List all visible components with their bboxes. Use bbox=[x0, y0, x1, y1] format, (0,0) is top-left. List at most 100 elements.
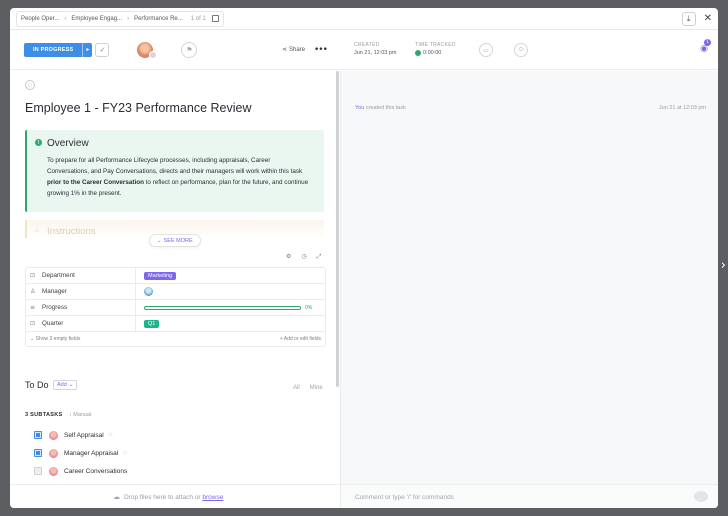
share-label: Share bbox=[289, 46, 306, 53]
subtask-assignee-avatar[interactable] bbox=[49, 448, 58, 458]
expand-icon[interactable]: ⤢ bbox=[317, 253, 322, 261]
instructions-title: Instructions bbox=[47, 226, 96, 237]
task-type-icon[interactable]: ◌ bbox=[25, 80, 35, 90]
subtask-checkbox[interactable] bbox=[34, 449, 42, 457]
subtasks-heading: 3 SUBTASKS bbox=[25, 412, 63, 418]
fields-footer: ⌄ Show 3 empty fields + Add or edit fiel… bbox=[26, 332, 325, 346]
add-todo-button[interactable]: Add ⌄ bbox=[53, 380, 78, 390]
activity-entry: You created this task bbox=[355, 105, 406, 111]
chevron-right-icon[interactable]: ▸ bbox=[82, 42, 92, 57]
created-label: CREATED bbox=[354, 42, 380, 48]
subtask-tag-icon[interactable]: ◇ bbox=[123, 450, 127, 456]
priority-flag-icon[interactable]: ⚑ bbox=[181, 41, 198, 58]
comment-bubble-icon[interactable] bbox=[694, 491, 708, 502]
page-count: 1 of 1 bbox=[190, 15, 206, 22]
field-label-quarter: Quarter bbox=[42, 320, 64, 327]
settings-icon[interactable]: ⚙ bbox=[286, 253, 291, 261]
minimize-icon[interactable]: ⤓ bbox=[681, 11, 696, 26]
subtask-assignee-avatar[interactable] bbox=[49, 430, 58, 440]
close-icon[interactable]: ✕ bbox=[704, 13, 712, 24]
subtask-row[interactable]: Self Appraisal ◇ bbox=[34, 429, 113, 441]
task-header: IN PROGRESS ▸ ✓ ⚑ ⋖ Share ••• CREATED Ju… bbox=[10, 30, 718, 70]
dropdown-field-icon: ⊡ bbox=[30, 272, 36, 279]
sort-manual[interactable]: ↕ Manual bbox=[69, 412, 91, 418]
warning-icon: ⚠ bbox=[34, 227, 40, 234]
manager-avatar[interactable] bbox=[144, 287, 153, 296]
task-title[interactable]: Employee 1 - FY23 Performance Review bbox=[25, 101, 251, 115]
breadcrumb-item-folder[interactable]: Employee Engag... bbox=[71, 16, 122, 22]
share-button[interactable]: ⋖ Share bbox=[282, 46, 305, 53]
progress-bar bbox=[144, 305, 301, 310]
activity-pane: You created this task Jun 21 at 12:03 pm bbox=[340, 71, 718, 484]
attachment-drop-zone[interactable]: ☁ Drop files here to attach or browse bbox=[113, 493, 223, 501]
info-icon: ! bbox=[35, 139, 42, 146]
subtask-tag-icon[interactable]: ◇ bbox=[109, 432, 113, 438]
browse-link[interactable]: browse bbox=[202, 494, 223, 501]
status-label: IN PROGRESS bbox=[33, 46, 74, 53]
see-more-button[interactable]: ⌄ SEE MORE bbox=[149, 234, 201, 247]
add-edit-fields-link[interactable]: + Add or edit fields bbox=[280, 336, 321, 342]
todo-heading: To Do bbox=[25, 380, 49, 390]
left-pane-scrollbar[interactable] bbox=[336, 71, 339, 387]
time-tracked-meta: TIME TRACKED 0:00:00 bbox=[415, 42, 456, 56]
field-row-progress: ≡ Progress 0% bbox=[26, 300, 325, 316]
activity-actor[interactable]: You bbox=[355, 105, 364, 111]
overview-callout: ! Overview To prepare for all Performanc… bbox=[25, 130, 324, 212]
breadcrumb: People Oper... › Employee Engag... › Per… bbox=[16, 10, 224, 27]
subtask-name[interactable]: Career Conversations bbox=[64, 468, 127, 475]
overview-text: To prepare for all Performance Lifecycle… bbox=[47, 157, 309, 197]
play-timer-icon[interactable] bbox=[415, 50, 421, 56]
dropdown-field-icon: ⊡ bbox=[30, 320, 36, 327]
activity-time: Jun 21 at 12:03 pm bbox=[658, 105, 706, 111]
subtask-name[interactable]: Self Appraisal bbox=[64, 432, 104, 439]
chevron-down-icon: ⌄ bbox=[157, 237, 162, 244]
department-pill[interactable]: Marketing bbox=[144, 271, 177, 280]
activity-action: created this task bbox=[364, 105, 406, 111]
comment-placeholder: Comment or type '/' for commands bbox=[355, 494, 454, 501]
chevron-down-icon: ⌄ bbox=[68, 382, 74, 388]
comment-box[interactable]: Comment or type '/' for commands bbox=[340, 485, 718, 508]
chevron-right-icon: › bbox=[127, 15, 130, 22]
next-task-arrow-icon[interactable]: › bbox=[721, 258, 726, 273]
todo-filter: All Mine bbox=[293, 385, 323, 391]
subtask-assignee-avatar[interactable] bbox=[49, 466, 58, 476]
assignee-avatar[interactable] bbox=[137, 41, 158, 59]
filter-all[interactable]: All bbox=[293, 385, 300, 391]
modal-topbar: People Oper... › Employee Engag... › Per… bbox=[10, 8, 718, 30]
watchers-count: 1 bbox=[704, 39, 711, 46]
filter-mine[interactable]: Mine bbox=[310, 385, 323, 391]
field-row-quarter: ⊡ Quarter Q1 bbox=[26, 316, 325, 332]
time-tracked-value: 0:00:00 bbox=[423, 50, 442, 56]
calendar-icon[interactable]: ▭ bbox=[479, 43, 493, 57]
field-label-department: Department bbox=[42, 272, 75, 279]
subtask-row[interactable]: Manager Appraisal ◇ bbox=[34, 447, 127, 459]
custom-fields-table: ⊡ Department Marketing ♙ Manager ≡ Progress… bbox=[25, 267, 326, 347]
created-value: Jun 21, 12:03 pm bbox=[354, 50, 397, 56]
field-row-department: ⊡ Department Marketing bbox=[26, 268, 325, 284]
upload-cloud-icon: ☁ bbox=[113, 493, 120, 501]
subtask-checkbox[interactable] bbox=[34, 431, 42, 439]
subtask-name[interactable]: Manager Appraisal bbox=[64, 450, 118, 457]
task-detail-pane: ◌ Employee 1 - FY23 Performance Review !… bbox=[10, 71, 340, 484]
copy-link-icon[interactable] bbox=[211, 15, 219, 22]
time-tracked-label: TIME TRACKED bbox=[415, 42, 456, 48]
history-icon[interactable]: ◷ bbox=[301, 253, 306, 261]
status-button[interactable]: IN PROGRESS ▸ bbox=[24, 42, 93, 57]
task-modal: People Oper... › Employee Engag... › Per… bbox=[10, 8, 718, 508]
show-empty-fields-link[interactable]: ⌄ Show 3 empty fields bbox=[30, 336, 80, 342]
created-meta: CREATED Jun 21, 12:03 pm bbox=[354, 42, 397, 56]
field-label-manager: Manager bbox=[42, 288, 67, 295]
field-row-manager: ♙ Manager bbox=[26, 284, 325, 300]
breadcrumb-item-list[interactable]: Performance Re... bbox=[134, 16, 183, 22]
subtask-checkbox[interactable] bbox=[34, 467, 42, 475]
watchers-button[interactable]: ◉ 1 bbox=[700, 39, 711, 54]
more-options-icon[interactable]: ••• bbox=[314, 45, 328, 55]
quarter-pill[interactable]: Q1 bbox=[144, 319, 160, 328]
add-assignee-icon[interactable] bbox=[149, 50, 158, 59]
subtask-row[interactable]: Career Conversations bbox=[34, 465, 127, 477]
complete-check-icon[interactable]: ✓ bbox=[95, 42, 110, 57]
person-field-icon: ♙ bbox=[30, 288, 36, 295]
breadcrumb-item-space[interactable]: People Oper... bbox=[21, 16, 59, 22]
sprint-points-icon[interactable]: ⬭ bbox=[514, 43, 528, 57]
chevron-right-icon: › bbox=[64, 15, 67, 22]
